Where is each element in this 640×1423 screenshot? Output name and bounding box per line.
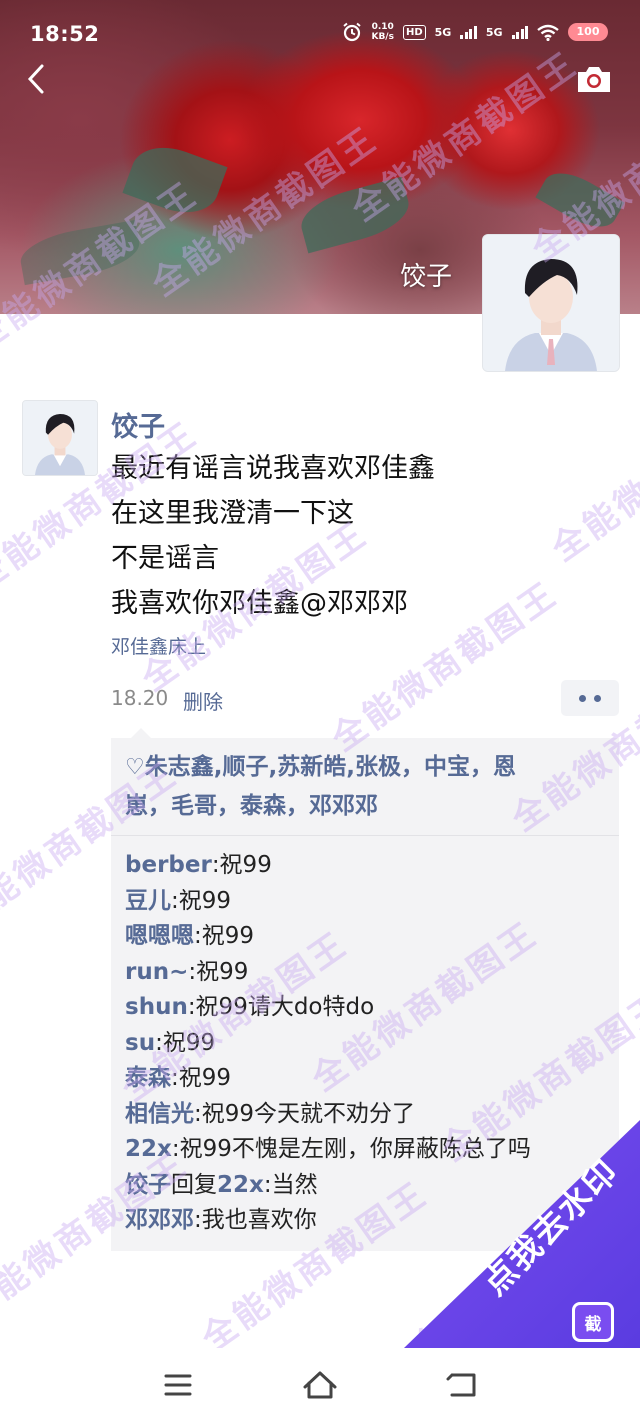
reply-target[interactable]: 22x [217, 1172, 264, 1198]
sim1-label: 5G [434, 25, 452, 39]
net-speed-value: 0.10 [371, 22, 394, 32]
comment-text: :祝99 [171, 887, 232, 914]
comment-item[interactable]: run~:祝99 [125, 955, 605, 991]
heart-outline-icon: ♡ [125, 755, 145, 780]
alarm-icon [343, 22, 362, 42]
back-icon [446, 1373, 476, 1397]
camera-button[interactable] [576, 64, 612, 94]
comment-text: :祝99 [171, 1065, 232, 1091]
wifi-icon [537, 24, 559, 41]
comment-author[interactable]: 22x [125, 1136, 172, 1162]
post-avatar[interactable] [22, 400, 98, 476]
menu-button[interactable] [158, 1368, 198, 1402]
likes-line-1[interactable]: 朱志鑫,顺子,苏新皓,张极，中宝，恩 [145, 754, 516, 780]
likes-list: ♡朱志鑫,顺子,苏新皓,张极，中宝，恩 崽，毛哥，泰森，邓邓邓 [111, 738, 619, 836]
chevron-left-icon [27, 64, 44, 94]
interaction-box: ♡朱志鑫,顺子,苏新皓,张极，中宝，恩 崽，毛哥，泰森，邓邓邓 berber:祝… [111, 728, 619, 1251]
comment-author[interactable]: 嗯嗯嗯 [125, 923, 194, 949]
comment-author[interactable]: 邓邓邓 [125, 1207, 194, 1233]
post-line: 不是谣言 [111, 543, 219, 574]
post-username[interactable]: 饺子 [111, 405, 165, 444]
comment-author[interactable]: su [125, 1030, 155, 1056]
post-line: 最近有谣言说我喜欢邓佳鑫 [111, 453, 435, 484]
comment-text: :祝99请大do特do [187, 994, 375, 1020]
home-button[interactable] [300, 1368, 340, 1402]
comment-author[interactable]: run~ [125, 959, 188, 985]
post-time: 18.20 [111, 686, 169, 710]
delete-button[interactable]: 删除 [183, 686, 223, 715]
more-actions-button[interactable] [561, 680, 619, 716]
signal-icon-2 [511, 25, 528, 39]
post-location[interactable]: 邓佳鑫床上 [111, 632, 206, 659]
comment-author[interactable]: 饺子 [125, 1172, 171, 1198]
watermark: 全能微商截图王 [544, 383, 640, 570]
comment-text: :当然 [263, 1171, 318, 1198]
hd-badge: HD [402, 24, 426, 40]
comment-text: :祝99 [188, 958, 249, 985]
battery-indicator: 100 [568, 23, 608, 41]
comment-item[interactable]: shun:祝99请大do特do [125, 990, 605, 1026]
comment-text: :祝99不愧是左刚，你屏蔽陈总了吗 [171, 1136, 531, 1162]
post-content: 最近有谣言说我喜欢邓佳鑫 在这里我澄清一下这 不是谣言 我喜欢你邓佳鑫@邓邓邓 [111, 446, 435, 626]
home-icon [303, 1371, 337, 1399]
camera-icon [578, 67, 610, 92]
likes-line-2[interactable]: 崽，毛哥，泰森，邓邓邓 [125, 787, 605, 825]
comments-list: berber:祝99 豆儿:祝99 嗯嗯嗯:祝99 run~:祝99 shun:… [111, 836, 619, 1251]
comment-item[interactable]: su:祝99 [125, 1026, 605, 1062]
comment-author[interactable]: berber [125, 852, 212, 878]
comment-author[interactable]: 豆儿 [125, 888, 171, 914]
reply-word: 回复 [171, 1171, 217, 1198]
comment-author[interactable]: shun [125, 994, 188, 1020]
comment-item[interactable]: 相信光:祝99今天就不劝分了 [125, 1097, 605, 1133]
comment-item[interactable]: 豆儿:祝99 [125, 884, 605, 920]
status-time: 18:52 [30, 22, 100, 46]
post-line: 我喜欢你邓佳鑫@邓邓邓 [111, 588, 408, 619]
profile-avatar[interactable] [482, 234, 620, 372]
signal-icon [460, 25, 477, 39]
navigation-bar [0, 1348, 640, 1423]
comment-item[interactable]: 泰森:祝99 [125, 1061, 605, 1097]
comment-author[interactable]: 相信光 [125, 1101, 194, 1127]
comment-text: :祝99今天就不劝分了 [194, 1100, 416, 1127]
back-nav-button[interactable] [442, 1368, 482, 1402]
net-speed: 0.10 KB/s [371, 22, 393, 42]
comment-text: :我也喜欢你 [194, 1207, 317, 1233]
status-bar: 18:52 0.10 KB/s HD 5G 5G 100 [0, 0, 640, 70]
avatar-image [483, 235, 619, 371]
menu-icon [164, 1374, 192, 1396]
cover-username: 饺子 [400, 262, 453, 292]
comment-author[interactable]: 泰森 [125, 1065, 171, 1091]
comment-item[interactable]: 饺子回复22x:当然 [125, 1168, 605, 1204]
comment-item[interactable]: berber:祝99 [125, 848, 605, 884]
comment-item[interactable]: 嗯嗯嗯:祝99 [125, 919, 605, 955]
net-speed-unit: KB/s [371, 32, 394, 42]
comment-text: :祝99 [155, 1029, 216, 1056]
comment-item[interactable]: 22x:祝99不愧是左刚，你屏蔽陈总了吗 [125, 1132, 605, 1168]
post-line: 在这里我澄清一下这 [111, 498, 354, 529]
sim2-label: 5G [485, 25, 503, 39]
comment-text: :祝99 [211, 852, 272, 878]
comment-text: :祝99 [194, 923, 255, 949]
back-button[interactable] [22, 62, 50, 96]
avatar-image [23, 401, 97, 475]
